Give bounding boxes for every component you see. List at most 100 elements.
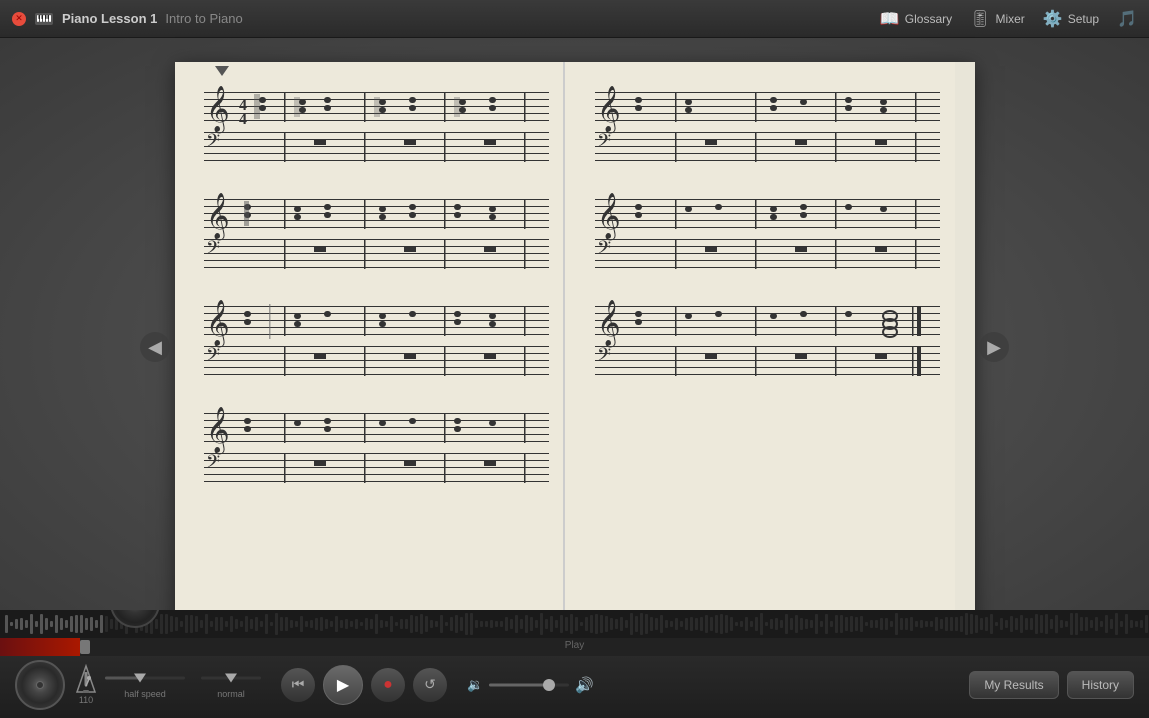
pitch-control[interactable]: normal xyxy=(201,670,261,699)
pitch-slider[interactable] xyxy=(201,670,261,686)
glossary-nav[interactable]: 📖 Glossary xyxy=(880,9,952,29)
staff-system-2: 𝄞 𝄢 xyxy=(183,179,555,274)
waveform-bar-segment xyxy=(830,621,833,627)
waveform-bar-segment xyxy=(735,622,738,626)
waveform-bar-segment xyxy=(670,621,673,627)
pitch-label: normal xyxy=(217,689,245,699)
waveform-bar-segment xyxy=(245,616,248,631)
waveform-bar-segment xyxy=(665,620,668,627)
waveform-bar-segment xyxy=(365,618,368,631)
my-results-button[interactable]: My Results xyxy=(969,671,1058,699)
waveform-bar-segment xyxy=(170,616,173,631)
waveform-bar-segment xyxy=(1025,618,1028,631)
waveform-bar-segment xyxy=(1070,613,1073,634)
waveform-bar-segment xyxy=(1045,614,1048,635)
app-title: Piano Lesson 1 xyxy=(62,11,157,26)
waveform-bar-segment xyxy=(190,615,193,634)
speed-label: half speed xyxy=(124,689,166,699)
waveform-bar-segment xyxy=(660,615,663,633)
waveform-bar-segment xyxy=(795,615,798,634)
staff-system-1: 𝄞 𝄢 4 4 xyxy=(183,72,555,167)
waveform-bar-segment xyxy=(295,621,298,628)
waveform-bar-segment xyxy=(775,618,778,629)
waveform-bar-segment xyxy=(1080,617,1083,631)
waveform-bar-segment xyxy=(175,617,178,631)
waveform-bar-segment xyxy=(515,615,518,634)
close-button[interactable]: ✕ xyxy=(12,12,26,26)
waveform-bar-segment xyxy=(305,621,308,627)
waveform-bar-segment xyxy=(95,620,98,627)
speed-control[interactable]: half speed xyxy=(105,670,185,699)
music-nav[interactable]: 🎵 xyxy=(1117,9,1137,29)
waveform-bar-segment xyxy=(335,616,338,632)
waveform-bar-segment xyxy=(380,620,383,628)
waveform-bar-segment xyxy=(200,620,203,629)
waveform-bar-segment xyxy=(1040,615,1043,633)
waveform-bar-segment xyxy=(410,615,413,632)
svg-text:𝄢: 𝄢 xyxy=(597,130,611,155)
waveform-bar-segment xyxy=(40,614,43,635)
waveform-bar-segment xyxy=(285,617,288,630)
waveform-bar-segment xyxy=(235,619,238,629)
waveform-bar-segment xyxy=(1120,621,1123,628)
speed-slider[interactable] xyxy=(105,670,185,686)
waveform-bar-segment xyxy=(955,617,958,631)
waveform-bar-segment xyxy=(1105,615,1108,632)
volume-slider[interactable] xyxy=(489,677,569,693)
progress-track[interactable]: Play xyxy=(0,638,1149,656)
mixer-nav[interactable]: 🎚 Mixer xyxy=(970,9,1025,29)
waveform-bar-segment xyxy=(30,614,33,634)
waveform-bar-segment xyxy=(340,620,343,628)
waveform-bar-segment xyxy=(875,620,878,628)
staff-svg-2: 𝄞 𝄢 xyxy=(183,179,555,269)
history-button[interactable]: History xyxy=(1067,671,1134,699)
waveform-bar-segment xyxy=(1100,621,1103,627)
play-button[interactable]: ▶ xyxy=(323,665,363,705)
waveform-bar-segment xyxy=(780,620,783,628)
waveform-bar-segment xyxy=(855,617,858,630)
waveform-bar-segment xyxy=(650,617,653,632)
loop-button[interactable]: ↺ xyxy=(413,668,447,702)
waveform-bar-segment xyxy=(1085,617,1088,630)
record-button[interactable]: ● xyxy=(371,668,405,702)
waveform-bar-segment xyxy=(350,621,353,627)
waveform-bar-segment xyxy=(1140,620,1143,628)
waveform-bar-segment xyxy=(610,618,613,630)
progress-handle[interactable] xyxy=(80,640,90,654)
waveform-bar-segment xyxy=(1060,620,1063,628)
waveform-bar-segment xyxy=(455,615,458,633)
waveform-bar-segment xyxy=(35,621,38,627)
prev-page-button[interactable]: ◀ xyxy=(140,332,170,362)
mixer-label: Mixer xyxy=(995,12,1024,26)
waveform-bar: // Generate waveform bars dynamically co… xyxy=(0,610,1149,638)
svg-text:𝄞: 𝄞 xyxy=(206,407,230,455)
waveform-bar-segment xyxy=(920,620,923,627)
waveform-bar-segment xyxy=(1035,614,1038,634)
waveform-bar-segment xyxy=(1075,613,1078,634)
waveform-bar-segment xyxy=(70,616,73,632)
waveform-bar-segment xyxy=(195,616,198,631)
waveform-bar-segment xyxy=(1090,620,1093,629)
waveform-bar-segment xyxy=(330,621,333,628)
waveform-bar-segment xyxy=(160,614,163,633)
waveform-bar-segment xyxy=(450,617,453,631)
waveform-bar-segment xyxy=(440,615,443,632)
staff-svg-7: 𝄞 𝄢 xyxy=(573,286,947,376)
waveform-bar-segment xyxy=(45,618,48,630)
right-action-buttons: My Results History xyxy=(969,671,1134,699)
waveform-bar-segment xyxy=(495,621,498,627)
skip-back-button[interactable]: ⏮ xyxy=(281,668,315,702)
waveform-bar-segment xyxy=(825,614,828,635)
setup-nav[interactable]: ⚙️ Setup xyxy=(1043,9,1099,29)
waveform-bar-segment xyxy=(320,617,323,631)
waveform-bar-segment xyxy=(1015,618,1018,630)
svg-text:𝄢: 𝄢 xyxy=(206,451,220,476)
svg-text:𝄢: 𝄢 xyxy=(206,344,220,369)
sheet-music-container: 𝄞 𝄢 4 4 xyxy=(175,62,975,632)
waveform-bar-segment xyxy=(950,617,953,631)
next-page-button[interactable]: ▶ xyxy=(979,332,1009,362)
waveform-bar-segment xyxy=(185,615,188,633)
waveform-bar-segment xyxy=(685,618,688,630)
waveform-bar-segment xyxy=(355,619,358,628)
svg-text:𝄞: 𝄞 xyxy=(597,193,621,241)
